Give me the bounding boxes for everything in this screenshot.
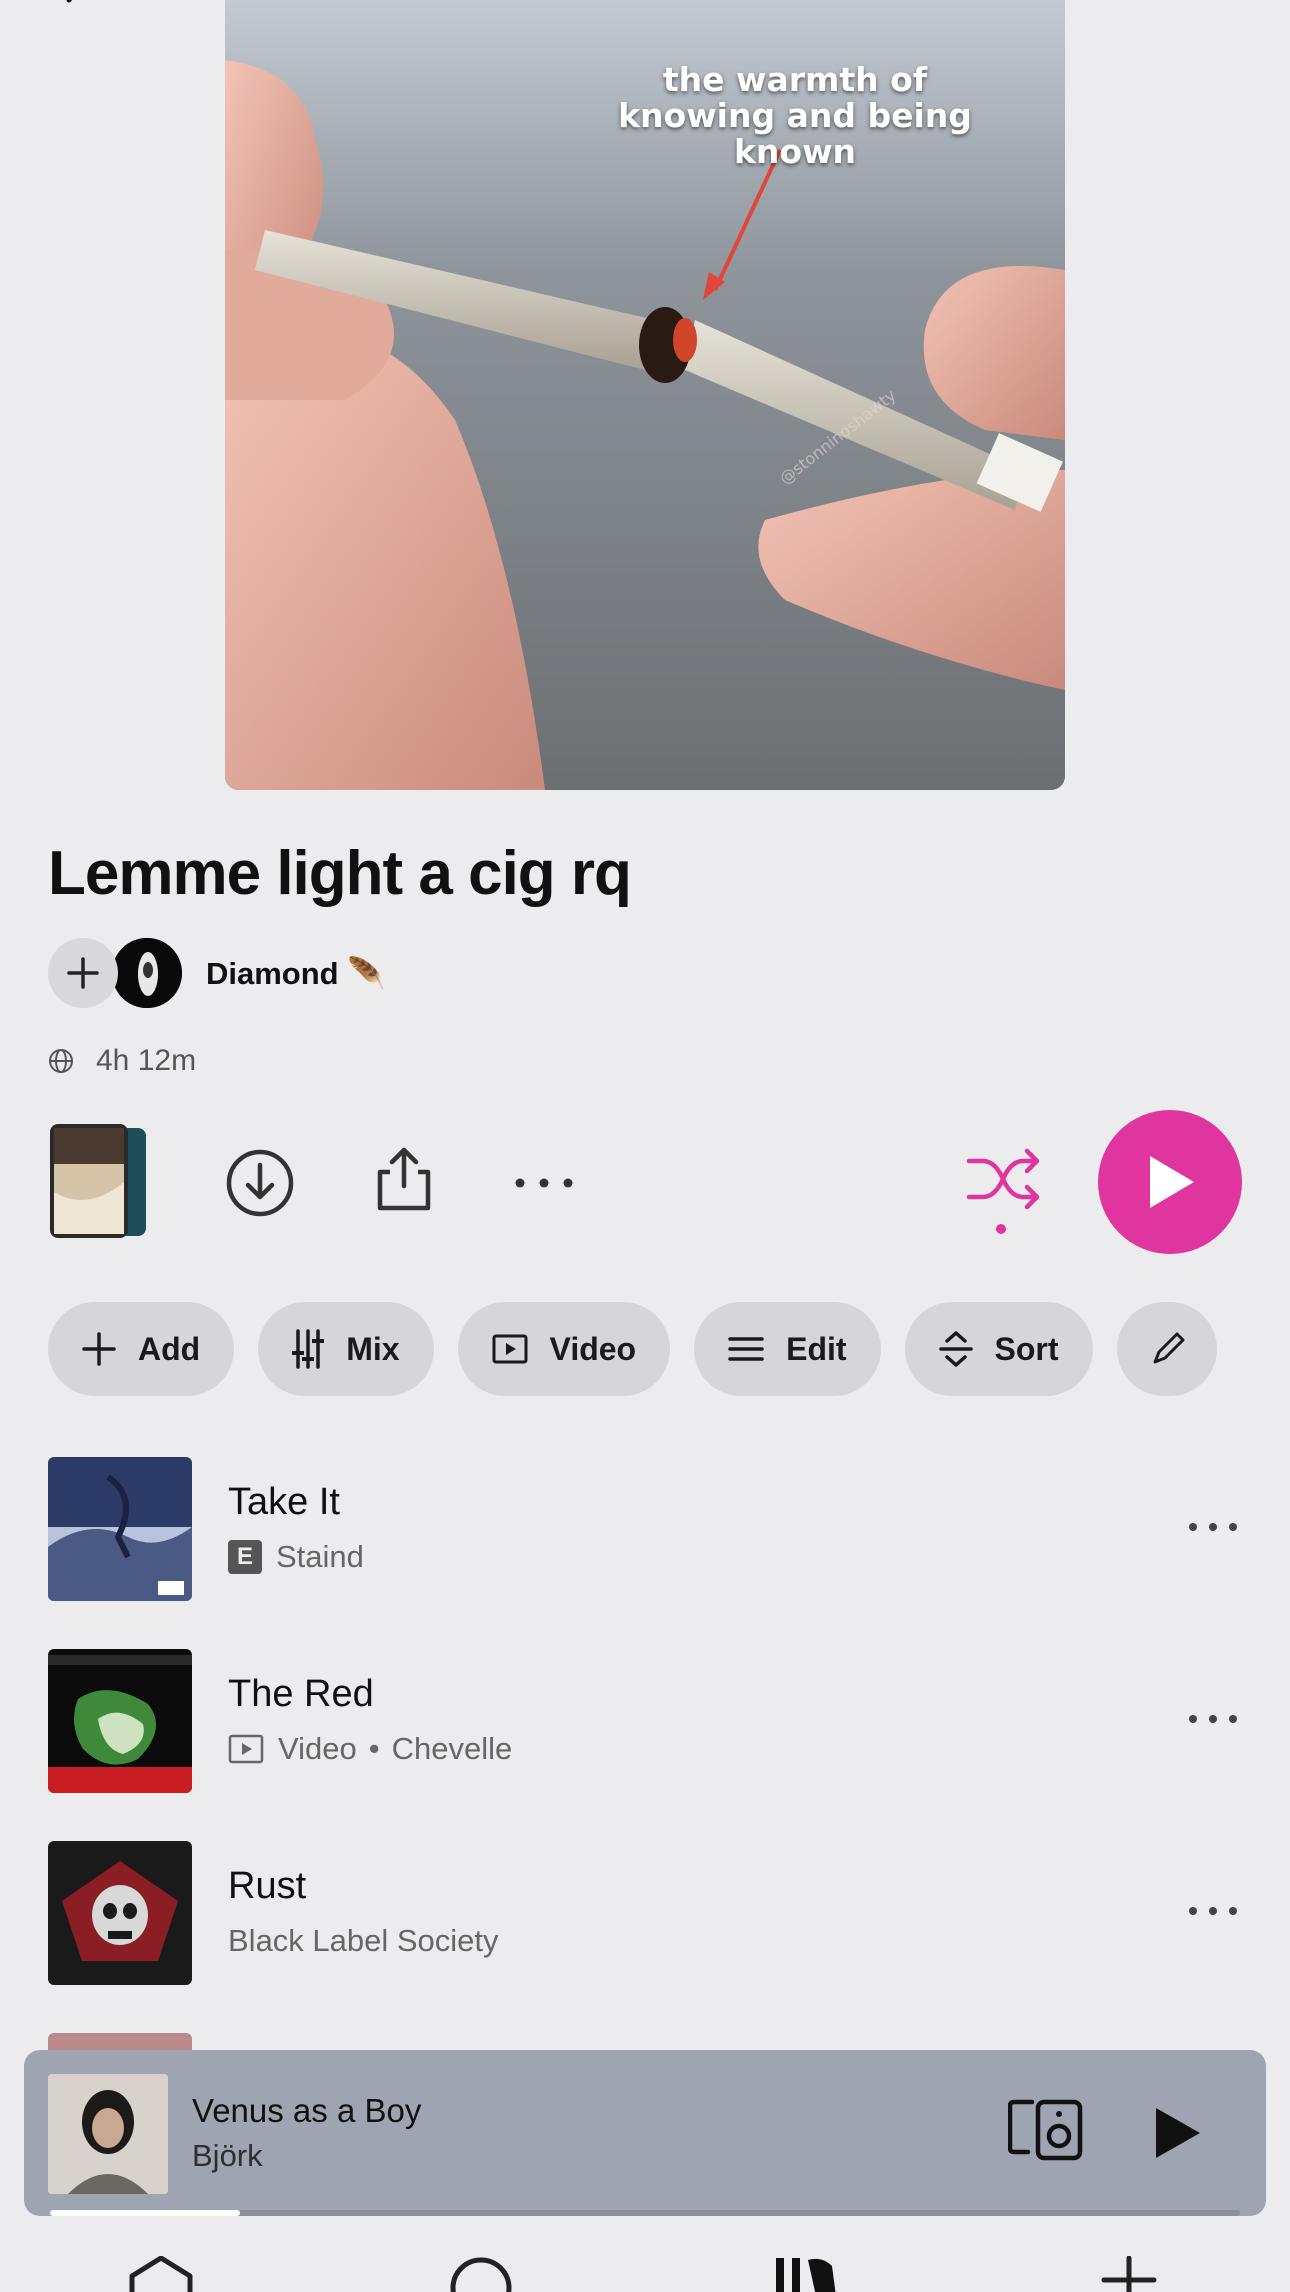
- download-icon[interactable]: [224, 1147, 296, 1219]
- separator-dot: •: [368, 1731, 380, 1766]
- action-chips: Add Mix Video Edit Sort: [48, 1302, 1217, 1396]
- add-chip-label: Add: [138, 1330, 201, 1367]
- video-chip-label: Video: [549, 1330, 637, 1367]
- video-chip[interactable]: Video: [457, 1302, 671, 1396]
- pencil-icon: [1153, 1332, 1185, 1364]
- back-chevron-icon[interactable]: [55, 0, 95, 12]
- library-icon[interactable]: [772, 2256, 842, 2292]
- explicit-badge: E: [228, 1540, 262, 1574]
- sliders-icon: [292, 1329, 325, 1369]
- cover-caption: the warmth of knowing and being known: [618, 60, 972, 171]
- mini-play-icon[interactable]: [1152, 2106, 1202, 2160]
- album-art-image: [48, 1649, 192, 1793]
- playlist-meta: 4h 12m: [48, 1044, 196, 1078]
- track-artwork: [48, 1841, 192, 1985]
- track-row[interactable]: Rust Black Label Society: [48, 1841, 1243, 2033]
- track-artwork: [48, 1649, 192, 1793]
- owner-avatar[interactable]: [112, 938, 182, 1008]
- mix-chip-label: Mix: [346, 1330, 400, 1367]
- track-artwork: [48, 1457, 192, 1601]
- now-playing-artist: Björk: [192, 2138, 263, 2173]
- playlist-thumbnail-stack[interactable]: [48, 1122, 148, 1242]
- avatar-image: [112, 938, 182, 1008]
- edit-chip-label: Edit: [786, 1330, 847, 1367]
- track-artist: Black Label Society: [228, 1923, 499, 1958]
- track-list: Take It E Staind The Red Video • Chevell…: [48, 1457, 1243, 2033]
- album-art-image: [48, 2074, 168, 2194]
- list-icon: [728, 1337, 764, 1361]
- track-title: The Red: [228, 1673, 374, 1715]
- owner-name[interactable]: Diamond 🪶: [206, 955, 386, 992]
- action-row: [48, 1110, 1243, 1255]
- play-icon: [1150, 1156, 1194, 1208]
- playback-progress[interactable]: [50, 2210, 1240, 2216]
- track-video-label: Video: [278, 1731, 357, 1766]
- video-icon: [492, 1334, 528, 1364]
- bottom-navigation: [0, 2240, 1290, 2292]
- playlist-title: Lemme light a cig rq: [48, 839, 632, 908]
- edit-chip[interactable]: Edit: [694, 1302, 881, 1396]
- more-icon[interactable]: [508, 1147, 580, 1219]
- track-title: Rust: [228, 1865, 307, 1907]
- track-title: Take It: [228, 1481, 340, 1523]
- now-playing-title: Venus as a Boy: [192, 2092, 422, 2129]
- add-chip[interactable]: Add: [48, 1302, 235, 1396]
- more-icon[interactable]: [1183, 1891, 1243, 1931]
- add-icon[interactable]: [1096, 2256, 1162, 2292]
- plus-icon: [67, 957, 99, 989]
- owner-row: Diamond 🪶: [48, 937, 386, 1009]
- sort-icon: [938, 1331, 973, 1367]
- track-artist: Staind: [276, 1539, 364, 1574]
- playlist-cover-image: @stonninoshawty the warmth of knowing an…: [225, 0, 1065, 790]
- more-icon[interactable]: [1183, 1699, 1243, 1739]
- globe-icon: [49, 1049, 73, 1073]
- connect-device-icon[interactable]: [1008, 2098, 1084, 2162]
- track-subtitle: E Staind: [228, 1539, 364, 1575]
- now-playing-artwork: [48, 2074, 168, 2194]
- search-icon[interactable]: [448, 2256, 514, 2292]
- share-icon[interactable]: [368, 1142, 440, 1214]
- album-art-image: [48, 1457, 192, 1601]
- play-button[interactable]: [1098, 1110, 1242, 1254]
- track-subtitle: Black Label Society: [228, 1923, 499, 1959]
- more-icon[interactable]: [1183, 1507, 1243, 1547]
- plus-icon: [82, 1332, 116, 1366]
- playback-progress-fill: [50, 2210, 241, 2216]
- track-row[interactable]: Take It E Staind: [48, 1457, 1243, 1649]
- mini-player[interactable]: Venus as a Boy Björk: [24, 2050, 1266, 2216]
- video-icon: [228, 1734, 264, 1764]
- add-collaborator-button[interactable]: [48, 938, 118, 1008]
- rename-chip[interactable]: [1116, 1302, 1217, 1396]
- mix-chip[interactable]: Mix: [258, 1302, 434, 1396]
- track-subtitle: Video • Chevelle: [228, 1731, 512, 1767]
- sort-chip-label: Sort: [994, 1330, 1059, 1367]
- playlist-duration: 4h 12m: [96, 1044, 197, 1077]
- track-artist: Chevelle: [391, 1731, 513, 1766]
- sort-chip[interactable]: Sort: [904, 1302, 1093, 1396]
- track-row[interactable]: The Red Video • Chevelle: [48, 1649, 1243, 1841]
- album-art-image: [48, 1841, 192, 1985]
- shuffle-icon[interactable]: [965, 1145, 1043, 1237]
- home-icon[interactable]: [128, 2256, 194, 2292]
- thumbnail-stack-image: [50, 1124, 146, 1238]
